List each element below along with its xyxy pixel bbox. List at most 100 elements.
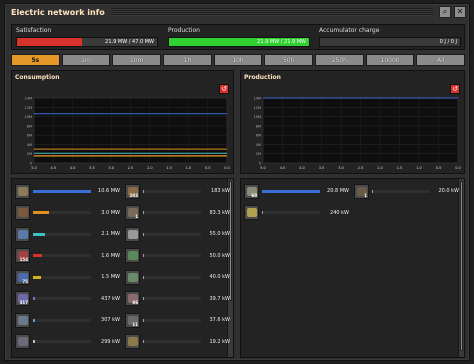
- close-icon[interactable]: ✕: [454, 6, 466, 18]
- power-value: 307 kW: [101, 317, 120, 323]
- entity-row[interactable]: 60 20.8 MW: [244, 182, 349, 200]
- pump-icon[interactable]: 1: [125, 205, 140, 220]
- search-icon[interactable]: ⌕: [439, 6, 451, 18]
- producers-scroll-thumb[interactable]: [460, 181, 463, 351]
- entity-row[interactable]: 2.1 MW: [15, 225, 120, 243]
- tab-50h[interactable]: 50h: [264, 54, 314, 66]
- power-bar: [143, 254, 201, 257]
- beacon-icon[interactable]: [15, 334, 30, 349]
- entity-row[interactable]: 10.6 MW: [15, 182, 120, 200]
- entity-row[interactable]: 283 183 kW: [125, 182, 230, 200]
- power-bar: [143, 297, 201, 300]
- entity-row[interactable]: 19.2 kW: [125, 333, 230, 351]
- entity-row[interactable]: 1 83.3 kW: [125, 204, 230, 222]
- mining-drill-icon[interactable]: 283: [125, 183, 140, 199]
- consumption-graph-panel: Consumption ↺ 14M 12M 10M 8M 6M 4M 2M 0 5.0 4.5 4.…: [11, 70, 234, 174]
- filter-inserter-icon[interactable]: 317: [15, 291, 30, 306]
- power-bar: [372, 189, 430, 193]
- tab-all[interactable]: All: [416, 54, 466, 66]
- entity-row[interactable]: 11 37.6 kW: [125, 311, 230, 329]
- entity-count: 1: [135, 214, 138, 219]
- steam-engine-icon[interactable]: 60: [244, 183, 259, 199]
- tab-10m[interactable]: 10m: [112, 54, 162, 66]
- production-x-tick: 3.5: [319, 166, 325, 170]
- power-value: 2.1 MW: [101, 231, 120, 237]
- power-value: 19.2 kW: [209, 338, 230, 345]
- power-bar-fill: [33, 318, 35, 322]
- power-bar-fill: [33, 211, 50, 214]
- satisfaction-bar: 21.9 MW / 47.0 MW: [16, 37, 158, 47]
- production-x-tick: 4.5: [280, 166, 286, 170]
- production-x-tick: 3.0: [338, 166, 344, 170]
- production-y-tick: 10M: [254, 115, 261, 119]
- entity-row[interactable]: 50.0 kW: [125, 247, 230, 265]
- accumulator-stat: Accumulator charge 0 J / 0 J: [319, 27, 461, 47]
- power-value: 40.0 kW: [209, 274, 230, 280]
- power-bar-fill: [372, 189, 373, 193]
- entity-glyph: [128, 251, 138, 260]
- drag-handle[interactable]: [110, 8, 433, 16]
- entity-count: 75: [22, 278, 28, 284]
- entity-row[interactable]: 299 kW: [15, 333, 120, 351]
- assembler-icon[interactable]: [15, 183, 30, 199]
- turret-icon[interactable]: [125, 334, 140, 349]
- producers-list[interactable]: 60 20.8 MW 240 kW 1 20.0 kW: [240, 178, 465, 358]
- power-bar: [143, 211, 201, 214]
- entity-row[interactable]: 3.0 MW: [15, 204, 120, 222]
- production-x-tick: 2.0: [377, 166, 383, 170]
- tab-5s[interactable]: 5s: [11, 54, 60, 66]
- entity-row[interactable]: 307 kW: [15, 311, 120, 329]
- window-title: Electric network info: [11, 7, 105, 17]
- entity-row[interactable]: 75 1.5 MW: [15, 268, 120, 286]
- production-label: Production: [168, 27, 200, 34]
- entity-row[interactable]: 317 437 kW: [15, 290, 120, 308]
- consumption-x-tick: 0.0: [224, 166, 230, 170]
- lab-icon[interactable]: [15, 312, 30, 328]
- power-bar-fill: [143, 275, 144, 279]
- production-x-tick: 2.5: [358, 166, 364, 170]
- power-bar: [143, 275, 201, 279]
- tab-1000h[interactable]: 1000h: [365, 54, 415, 66]
- entity-glyph: [128, 272, 138, 282]
- power-bar: [33, 275, 91, 279]
- steam-turbine-icon[interactable]: 1: [354, 183, 369, 199]
- producers-scrollbar[interactable]: [458, 179, 464, 357]
- titlebar[interactable]: Electric network info ⌕ ✕: [5, 4, 469, 20]
- production-y-tick: 12M: [254, 106, 261, 110]
- fast-inserter-icon[interactable]: 75: [15, 269, 30, 285]
- accumulator-label: Accumulator charge: [319, 27, 380, 34]
- power-value: 437 kW: [101, 295, 120, 302]
- lamp-icon[interactable]: 11: [125, 312, 140, 328]
- radar-icon[interactable]: [15, 226, 30, 242]
- solar-panel-icon[interactable]: [244, 205, 259, 220]
- centrifuge-icon[interactable]: 86: [125, 291, 140, 306]
- roboport-icon[interactable]: [125, 226, 140, 242]
- entity-count: 60: [251, 192, 257, 198]
- tab-250h[interactable]: 250h: [315, 54, 364, 66]
- refinery-icon[interactable]: [125, 269, 140, 285]
- furnace-icon[interactable]: [15, 205, 30, 220]
- entity-row[interactable]: 86 39.7 kW: [125, 290, 230, 308]
- tab-10h[interactable]: 10h: [213, 54, 263, 66]
- tab-1h[interactable]: 1h: [163, 54, 212, 66]
- entity-count: 86: [132, 300, 138, 305]
- tab-1m[interactable]: 1m: [61, 54, 111, 66]
- entity-count: 1: [364, 192, 367, 198]
- inserter-icon[interactable]: 154: [15, 248, 30, 263]
- entity-row[interactable]: 154 1.6 MW: [15, 247, 120, 265]
- power-bar: [33, 211, 91, 214]
- entity-row[interactable]: 40.0 kW: [125, 268, 230, 286]
- consumption-x-tick: 4.5: [51, 166, 57, 170]
- power-bar: [33, 340, 91, 343]
- power-bar-fill: [143, 189, 145, 193]
- chemical-plant-icon[interactable]: [125, 248, 140, 263]
- consumption-y-tick: 14M: [25, 97, 32, 101]
- entity-glyph: [128, 337, 138, 346]
- consumption-x-tick: 1.0: [186, 166, 192, 170]
- consumers-list[interactable]: 10.6 MW 3.0 MW 2.1 MW 154 1.6 MW 75 1.5 MW 317 4…: [11, 178, 234, 358]
- entity-row[interactable]: 1 20.0 kW: [354, 182, 459, 200]
- entity-row[interactable]: 240 kW: [244, 204, 349, 222]
- consumption-x-tick: 4.0: [70, 166, 76, 170]
- entity-row[interactable]: 55.0 kW: [125, 225, 230, 243]
- accumulator-value: 0 J / 0 J: [439, 39, 457, 45]
